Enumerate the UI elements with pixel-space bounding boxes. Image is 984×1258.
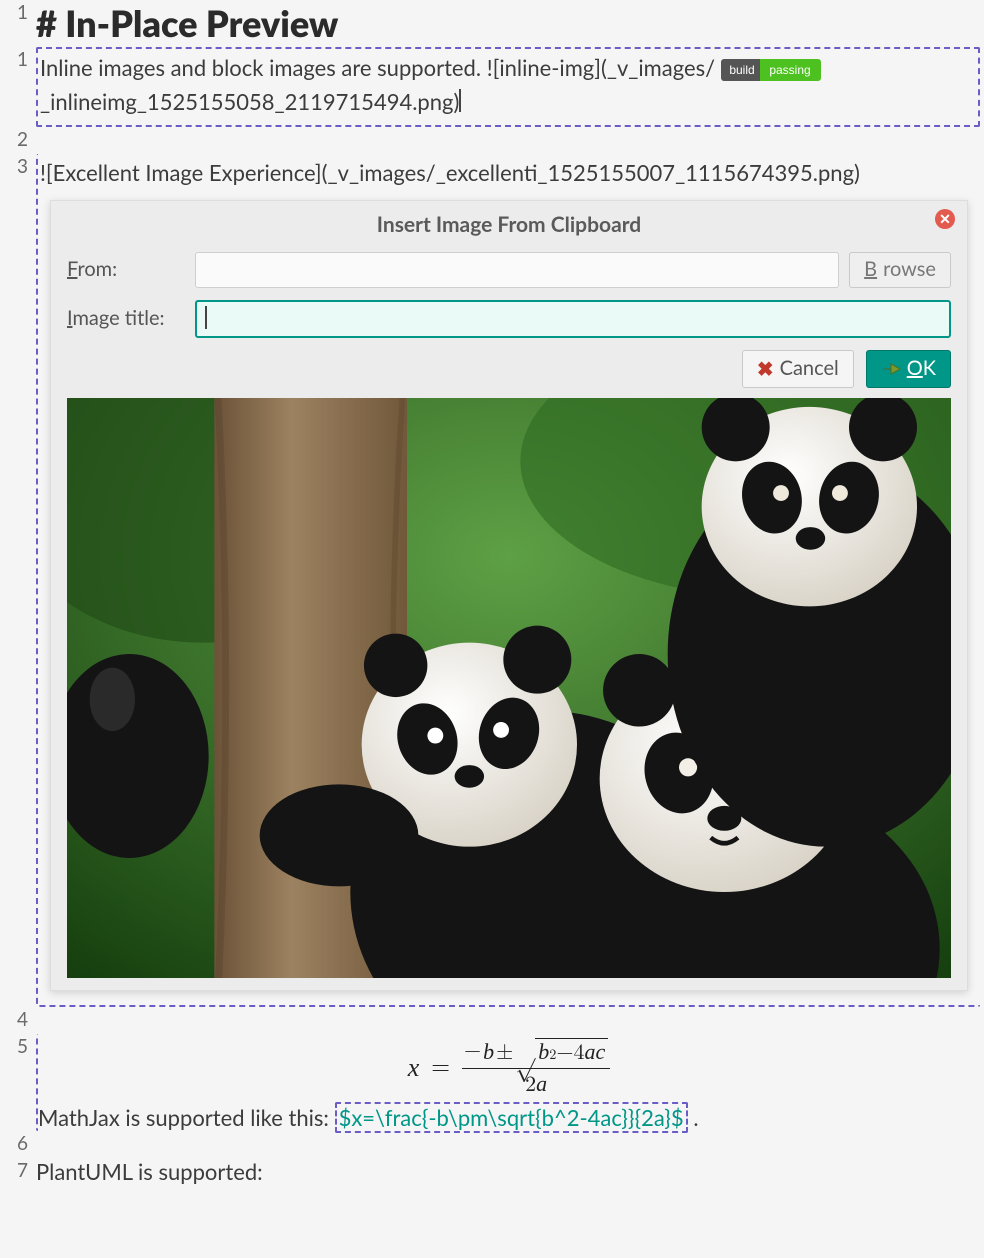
h1-text: # In-Place Preview (36, 1, 338, 45)
heading-line[interactable]: # In-Place Preview (32, 0, 980, 47)
cancel-icon: ✖ (757, 359, 774, 379)
editor-row: 1 # In-Place Preview (0, 0, 980, 47)
editor-row: 4 (0, 1007, 980, 1034)
math-preview-block: x = −b ± √ b2 − (36, 1034, 980, 1132)
gutter-line-number: 7 (0, 1158, 32, 1185)
cancel-label: Cancel (780, 353, 839, 384)
from-row: From: Browse (67, 252, 951, 288)
plantuml-text: PlantUML is supported: (36, 1158, 263, 1185)
cancel-button[interactable]: ✖ Cancel (742, 350, 854, 388)
empty-line[interactable] (32, 127, 980, 154)
badge-left-text: build (729, 63, 754, 77)
text-caret (205, 306, 207, 329)
gutter-line-number: 6 (0, 1131, 32, 1158)
inline-image-markdown-b: _inlineimg_1525155058_2119715494.png) (40, 88, 459, 115)
dialog-buttons: ✖ Cancel OK (67, 350, 951, 388)
editor-row: 7 PlantUML is supported: (0, 1158, 980, 1185)
empty-line[interactable] (32, 1131, 980, 1158)
plantuml-line[interactable]: PlantUML is supported: (32, 1158, 980, 1185)
ok-icon (881, 361, 901, 377)
gutter-line-number: 4 (0, 1007, 32, 1034)
mathjax-suffix: . (688, 1104, 699, 1131)
image-title-label: Image title: (67, 303, 185, 334)
ok-label: OK (907, 353, 936, 384)
image-title-input[interactable] (195, 300, 951, 338)
gutter-line-number: 5 (0, 1034, 32, 1061)
text-caret (459, 89, 461, 112)
editor-row: 5 x = −b ± √ (0, 1034, 980, 1132)
mathjax-prefix: MathJax is supported like this: (38, 1104, 335, 1131)
gutter-line-number: 1 (0, 47, 32, 74)
build-passing-badge: build passing (721, 59, 821, 81)
browse-button[interactable]: Browse (849, 252, 951, 288)
inline-image-markdown-a: ![inline-img](_v_images/ (487, 54, 715, 81)
editor-row: 6 (0, 1131, 980, 1158)
gutter-line-number: 2 (0, 127, 32, 154)
image-title-row: Image title: (67, 300, 951, 338)
editor-row: 3 ![Excellent Image Experience](_v_image… (0, 154, 980, 1007)
paragraph-text: Inline images and block images are suppo… (40, 54, 487, 81)
editor-row: 2 (0, 127, 980, 154)
inline-preview-block: Inline images and block images are suppo… (36, 47, 980, 127)
tex-source: $x=\frac{-b\pm\sqrt{b^2-4ac}}{2a}$ (335, 1102, 688, 1133)
close-icon: ✕ (939, 212, 951, 226)
dialog-title: Insert Image From Clipboard (67, 209, 951, 242)
from-label: From: (67, 254, 185, 285)
rendered-formula: x = −b ± √ b2 − (38, 1034, 980, 1105)
block-image-preview-block: ![Excellent Image Experience](_v_images/… (36, 154, 980, 1007)
mathjax-source-line: MathJax is supported like this: $x=\frac… (38, 1104, 980, 1131)
block-image-markdown: ![Excellent Image Experience](_v_images/… (40, 159, 860, 186)
clipboard-image-preview (67, 398, 951, 978)
gutter-line-number: 1 (0, 0, 32, 27)
empty-line[interactable] (32, 1007, 980, 1034)
block-image-line[interactable]: ![Excellent Image Experience](_v_images/… (32, 154, 980, 1007)
paragraph-line[interactable]: Inline images and block images are suppo… (32, 47, 980, 127)
dialog-close-button[interactable]: ✕ (935, 209, 955, 229)
editor[interactable]: 1 # In-Place Preview 1 Inline images and… (0, 0, 984, 1185)
badge-right-text: passing (769, 63, 810, 77)
from-input[interactable] (195, 252, 839, 288)
math-block-line[interactable]: x = −b ± √ b2 − (32, 1034, 980, 1132)
insert-image-dialog: ✕ Insert Image From Clipboard From: Brow… (50, 200, 968, 991)
ok-button[interactable]: OK (866, 350, 951, 388)
gutter-line-number: 3 (0, 154, 32, 181)
editor-row: 1 Inline images and block images are sup… (0, 47, 980, 127)
